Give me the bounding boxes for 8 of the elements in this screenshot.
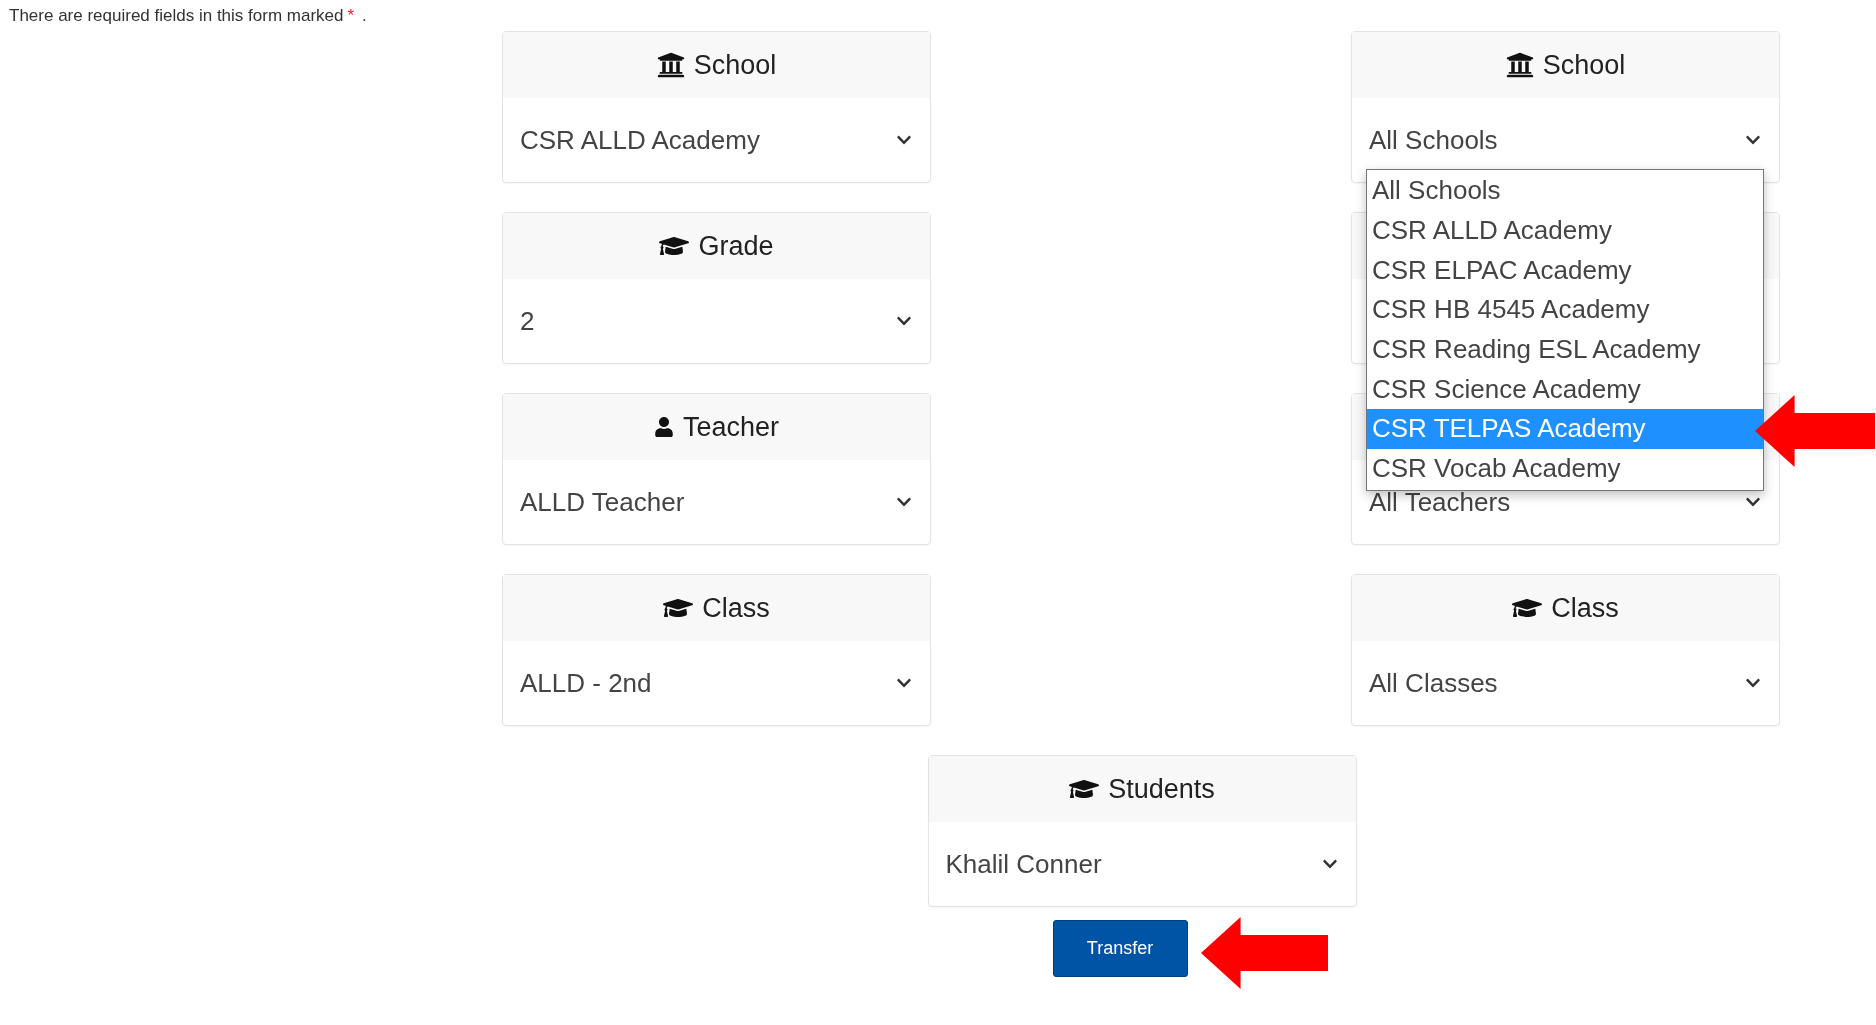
field-label: Class — [1551, 592, 1619, 624]
field-label: Class — [702, 592, 770, 624]
field-label: School — [1542, 49, 1626, 81]
field-label: Grade — [698, 230, 774, 262]
field-label: Teacher — [682, 411, 780, 443]
field-label: School — [693, 49, 777, 81]
notice-text: There are required fields in this form marked * . — [9, 6, 367, 26]
field-label: Students — [1108, 773, 1215, 805]
